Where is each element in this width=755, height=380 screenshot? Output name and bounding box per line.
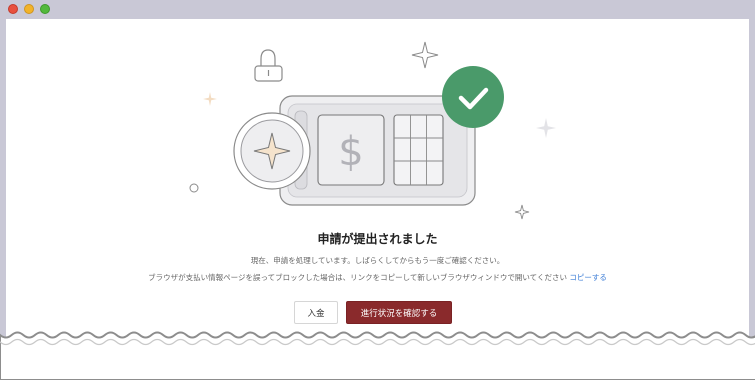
close-window-button[interactable] [8, 4, 18, 14]
minimize-window-button[interactable] [24, 4, 34, 14]
check-icon [442, 66, 504, 128]
sparkle-icon [536, 118, 556, 138]
copy-link[interactable]: コピーする [569, 273, 607, 282]
torn-edge-divider [0, 331, 755, 380]
page-title: 申請が提出されました [317, 232, 438, 246]
dollar-icon: $ [317, 114, 385, 186]
browser-block-message: ブラウザが支払い情報ページを誤ってブロックした場合は、リンクをコピーして新しいブ… [6, 272, 749, 283]
decor-circle [189, 183, 199, 193]
sparkle-icon [411, 41, 439, 69]
sparkle-icon [203, 92, 217, 106]
dollar-glyph: $ [338, 129, 363, 175]
card-grid-icon [393, 114, 444, 186]
status-message: 現在、申請を処理しています。しばらくしてからもう一度ご確認ください。 [250, 256, 505, 265]
sparkle-icon [514, 204, 530, 220]
window-titlebar [0, 0, 755, 19]
zoom-window-button[interactable] [40, 4, 50, 14]
window-frame: $ 申請が提出されました 現在、申請を処理しています。しばらくしてからもう一度ご… [0, 0, 755, 380]
browser-block-text: ブラウザが支払い情報ページを誤ってブロックした場合は、リンクをコピーして新しいブ… [148, 273, 567, 282]
payment-success-illustration: $ [189, 41, 556, 220]
lock-icon [254, 49, 283, 82]
coin-icon [233, 112, 311, 190]
